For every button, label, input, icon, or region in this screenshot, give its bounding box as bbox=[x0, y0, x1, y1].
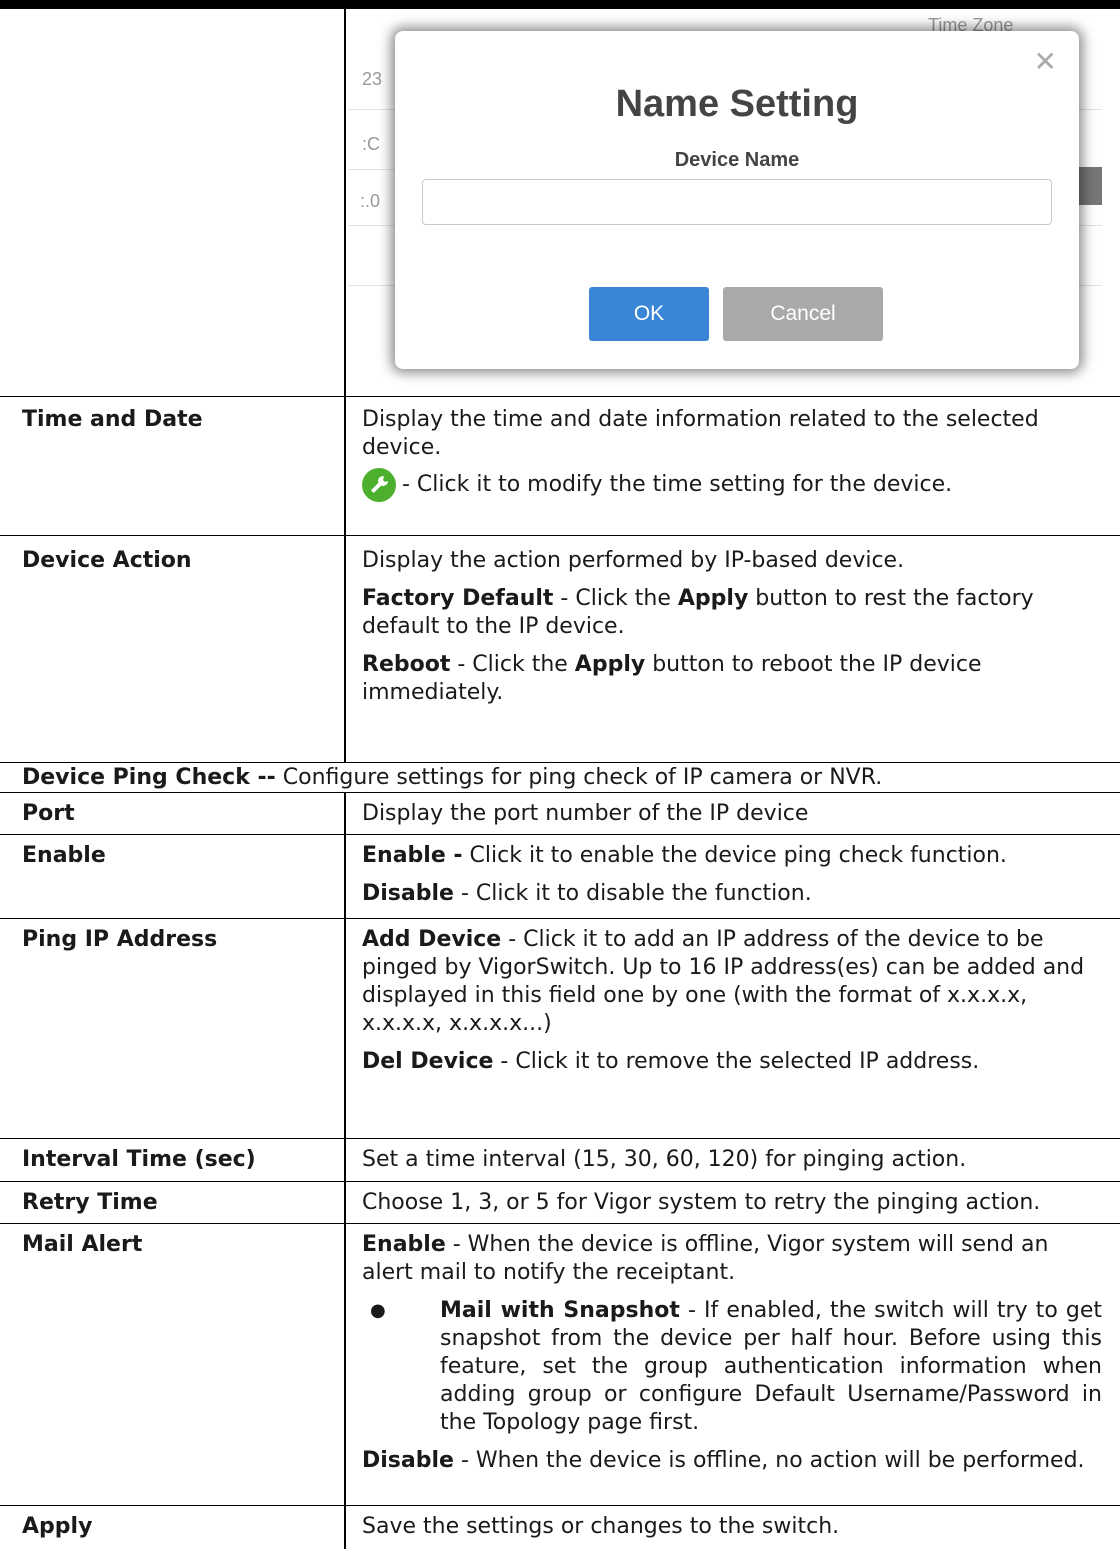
row-label-enable: Enable bbox=[22, 843, 106, 868]
name-setting-modal: ✕ Name Setting Device Name OK Cancel bbox=[395, 31, 1079, 369]
column-divider bbox=[344, 9, 346, 762]
disable-term: Disable bbox=[362, 1448, 454, 1473]
text-span: - Click the bbox=[450, 652, 575, 677]
row-divider bbox=[0, 396, 1120, 397]
time-date-icon-desc: - Click it to modify the time setting fo… bbox=[402, 472, 953, 497]
bullet-icon: ● bbox=[370, 1300, 386, 1321]
enable-term: Enable bbox=[362, 1232, 446, 1257]
bg-dark-block bbox=[1078, 167, 1102, 205]
time-date-desc: Display the time and date information re… bbox=[362, 407, 1039, 460]
bg-text: :.0 bbox=[360, 191, 381, 211]
text-span: - Click it to remove the selected IP add… bbox=[493, 1049, 980, 1074]
ping-check-label: Device Ping Check -- bbox=[22, 765, 276, 790]
row-desc-mail-alert: Enable - When the device is offline, Vig… bbox=[362, 1231, 1102, 1485]
device-name-input[interactable] bbox=[422, 179, 1052, 225]
close-icon[interactable]: ✕ bbox=[1034, 45, 1057, 78]
ok-button[interactable]: OK bbox=[589, 287, 709, 341]
mail-disable-desc: Disable - When the device is offline, no… bbox=[362, 1447, 1102, 1475]
apply-term: Apply bbox=[574, 652, 646, 677]
enable-term: Enable - bbox=[362, 843, 463, 868]
row-divider bbox=[0, 834, 1120, 835]
add-device-desc: Add Device - Click it to add an IP addre… bbox=[362, 926, 1102, 1038]
time-date-icon-line: - Click it to modify the time setting fo… bbox=[362, 468, 1102, 502]
factory-default-term: Factory Default bbox=[362, 586, 554, 611]
row-label-device-action: Device Action bbox=[22, 548, 192, 573]
enable-desc: Enable - Click it to enable the device p… bbox=[362, 842, 1102, 870]
row-desc-port: Display the port number of the IP device bbox=[362, 801, 809, 826]
modal-title: Name Setting bbox=[615, 83, 859, 125]
top-rule bbox=[0, 0, 1120, 9]
text-span: Click it to enable the device ping check… bbox=[462, 843, 1007, 868]
ping-check-heading: Device Ping Check -- Configure settings … bbox=[22, 764, 882, 792]
row-desc-ping-ip: Add Device - Click it to add an IP addre… bbox=[362, 926, 1102, 1086]
row-divider bbox=[0, 1505, 1120, 1506]
wrench-icon bbox=[362, 468, 396, 502]
row-divider bbox=[0, 1138, 1120, 1139]
del-device-desc: Del Device - Click it to remove the sele… bbox=[362, 1048, 1102, 1076]
text-span: - When the device is offline, Vigor syst… bbox=[362, 1232, 1049, 1285]
text-span: - When the device is offline, no action … bbox=[453, 1448, 1085, 1473]
bg-text: :C bbox=[362, 134, 380, 154]
disable-desc: Disable - Click it to disable the functi… bbox=[362, 880, 1102, 908]
row-divider bbox=[0, 762, 1120, 763]
row-divider bbox=[0, 792, 1120, 793]
row-divider bbox=[0, 1223, 1120, 1224]
row-desc-time-date: Display the time and date information re… bbox=[362, 406, 1102, 512]
row-label-interval: Interval Time (sec) bbox=[22, 1147, 256, 1172]
name-setting-screenshot: Time Zone 23 :C :.0 ✕ Name Setting Devic… bbox=[348, 9, 1102, 395]
add-device-term: Add Device bbox=[362, 927, 502, 952]
text-span: - Click it to disable the function. bbox=[453, 881, 812, 906]
row-divider bbox=[0, 1181, 1120, 1182]
row-desc-retry: Choose 1, 3, or 5 for Vigor system to re… bbox=[362, 1190, 1041, 1215]
row-label-apply: Apply bbox=[22, 1514, 93, 1539]
row-divider bbox=[0, 918, 1120, 919]
snapshot-term: Mail with Snapshot bbox=[440, 1298, 680, 1323]
bg-text: 23 bbox=[362, 69, 383, 89]
disable-term: Disable bbox=[362, 881, 454, 906]
apply-term: Apply bbox=[677, 586, 749, 611]
row-label-time-date: Time and Date bbox=[22, 407, 203, 432]
device-name-label: Device Name bbox=[674, 149, 800, 171]
ping-check-desc: Configure settings for ping check of IP … bbox=[275, 765, 883, 790]
device-action-desc: Display the action performed by IP-based… bbox=[362, 548, 905, 573]
factory-default-desc: Factory Default - Click the Apply button… bbox=[362, 585, 1102, 641]
row-desc-interval: Set a time interval (15, 30, 60, 120) fo… bbox=[362, 1147, 967, 1172]
row-desc-device-action: Display the action performed by IP-based… bbox=[362, 547, 1102, 717]
row-label-mail-alert: Mail Alert bbox=[22, 1232, 143, 1257]
column-divider bbox=[344, 792, 346, 1549]
row-desc-enable: Enable - Click it to enable the device p… bbox=[362, 842, 1102, 918]
row-label-port: Port bbox=[22, 801, 75, 826]
snapshot-desc: Mail with Snapshot - If enabled, the swi… bbox=[440, 1297, 1102, 1437]
snapshot-bullet-item: ● Mail with Snapshot - If enabled, the s… bbox=[362, 1297, 1102, 1437]
row-desc-apply: Save the settings or changes to the swit… bbox=[362, 1514, 840, 1539]
reboot-desc: Reboot - Click the Apply button to reboo… bbox=[362, 651, 1102, 707]
text-span: - Click the bbox=[553, 586, 678, 611]
mail-enable-desc: Enable - When the device is offline, Vig… bbox=[362, 1231, 1102, 1287]
row-divider bbox=[0, 535, 1120, 536]
row-label-ping-ip: Ping IP Address bbox=[22, 927, 218, 952]
del-device-term: Del Device bbox=[362, 1049, 494, 1074]
reboot-term: Reboot bbox=[362, 652, 451, 677]
row-label-retry: Retry Time bbox=[22, 1190, 158, 1215]
cancel-button[interactable]: Cancel bbox=[723, 287, 883, 341]
